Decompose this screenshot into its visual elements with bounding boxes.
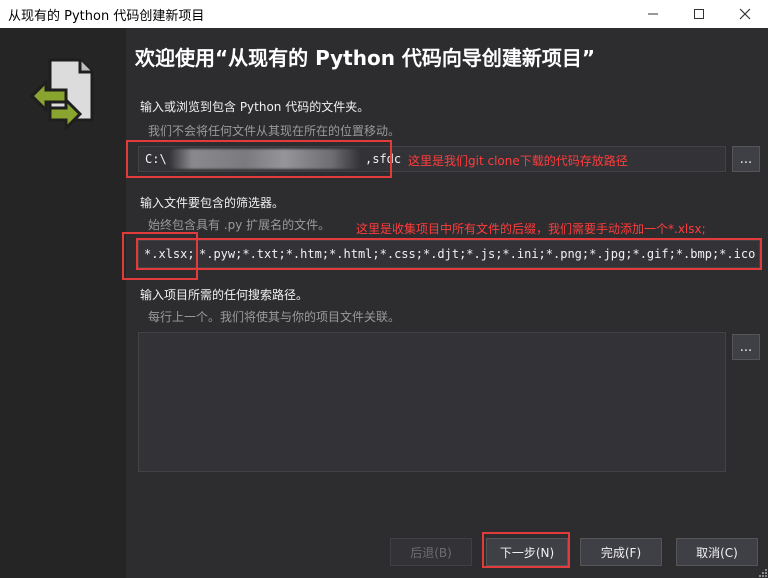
cancel-button[interactable]: 取消(C) (676, 538, 758, 566)
filter-hint: 始终包含具有 .py 扩展名的文件。 (148, 218, 331, 232)
folder-path-prefix: C:\ (145, 152, 167, 166)
maximize-icon (694, 9, 704, 19)
folder-label: 输入或浏览到包含 Python 代码的文件夹。 (140, 100, 370, 114)
wizard-sidebar (0, 28, 126, 578)
python-project-logo-icon (30, 58, 94, 132)
browse-folder-button[interactable]: ... (732, 146, 760, 172)
page-title: 欢迎使用“从现有的 Python 代码向导创建新项目” (135, 46, 596, 70)
filter-value-rest: *.pyw;*.txt;*.htm;*.html;*.css;*.djt;*.j… (199, 247, 756, 261)
back-button[interactable]: 后退(B) (390, 538, 472, 566)
filter-annotation-text: 这里是收集项目中所有文件的后缀，我们需要手动添加一个*.xlsx; (356, 222, 706, 236)
file-filter-input[interactable]: *.xlsx; *.pyw;*.txt;*.htm;*.html;*.css;*… (138, 240, 760, 268)
folder-path-suffix: ,sfdc (365, 152, 402, 166)
title-bar: 从现有的 Python 代码创建新项目 (0, 0, 768, 28)
close-button[interactable] (722, 0, 768, 28)
window-title: 从现有的 Python 代码创建新项目 (8, 9, 205, 24)
search-paths-textarea[interactable] (138, 332, 726, 472)
wizard-main: 欢迎使用“从现有的 Python 代码向导创建新项目” 输入或浏览到包含 Pyt… (122, 28, 768, 578)
resize-grip-icon[interactable] (758, 568, 768, 578)
close-icon (739, 8, 751, 20)
browse-search-path-button[interactable]: ... (732, 334, 760, 360)
next-button[interactable]: 下一步(N) (486, 538, 568, 566)
search-path-label: 输入项目所需的任何搜索路径。 (140, 288, 309, 302)
filter-highlighted-prefix: *.xlsx; (144, 247, 195, 261)
redacted-path (169, 149, 361, 169)
search-path-hint: 每行上一个。我们将使其与你的项目文件关联。 (148, 310, 401, 324)
minimize-button[interactable] (630, 0, 676, 28)
filter-label: 输入文件要包含的筛选器。 (140, 196, 285, 210)
folder-hint: 我们不会将任何文件从其现在所在的位置移动。 (148, 124, 401, 138)
minimize-icon (648, 13, 658, 15)
finish-button[interactable]: 完成(F) (580, 538, 662, 566)
maximize-button[interactable] (676, 0, 722, 28)
folder-annotation-text: 这里是我们git clone下载的代码存放路径 (408, 154, 628, 168)
